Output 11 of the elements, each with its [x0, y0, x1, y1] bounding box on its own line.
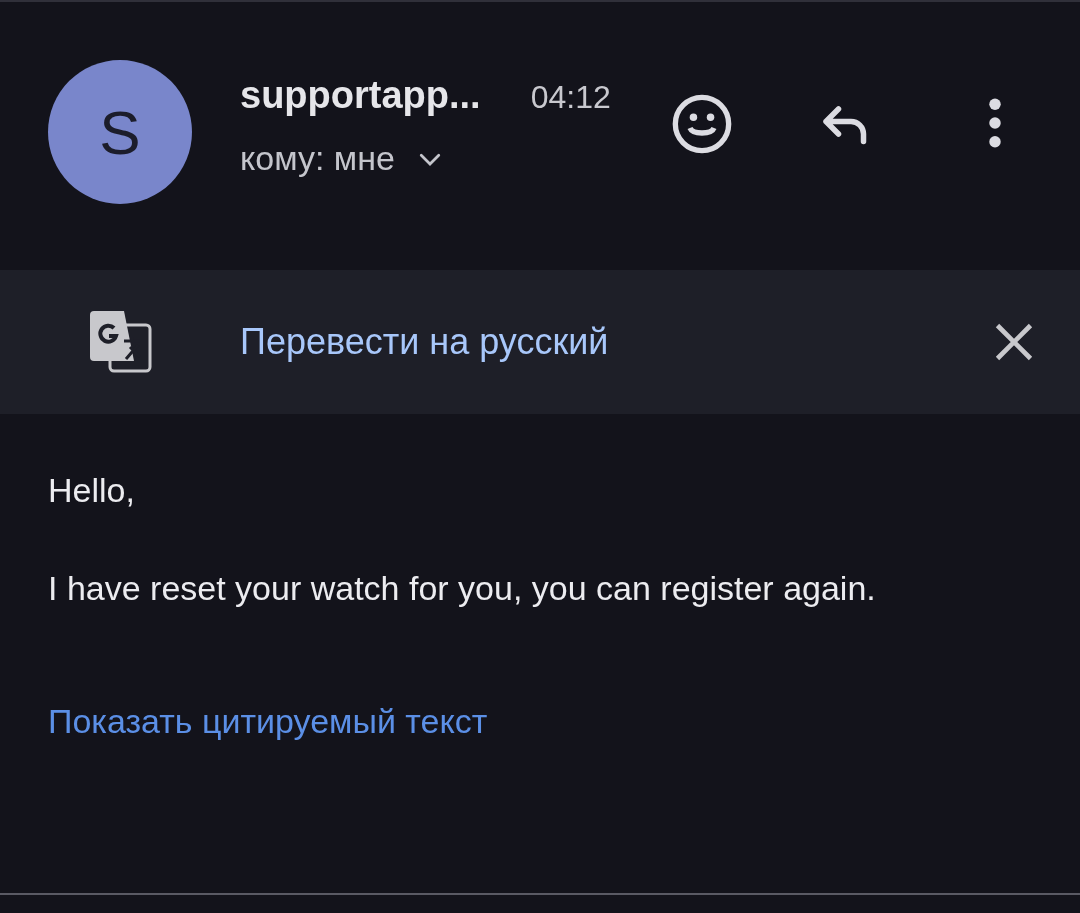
message-paragraph: Hello, [48, 470, 136, 511]
more-options-icon[interactable] [988, 98, 1002, 148]
translate-icon [90, 311, 152, 373]
message-time: 04:12 [530, 79, 611, 116]
translate-link[interactable]: Перевести на русский [240, 321, 609, 363]
message-paragraph: I have reset your watch for you, you can register again. [48, 568, 877, 609]
sender-name: supportapp... [240, 74, 481, 117]
emoji-icon[interactable] [670, 92, 734, 156]
avatar[interactable]: S [48, 60, 192, 204]
recipient-label: кому: мне [240, 139, 395, 178]
show-quoted-text-link[interactable]: Показать цитируемый текст [48, 702, 488, 741]
